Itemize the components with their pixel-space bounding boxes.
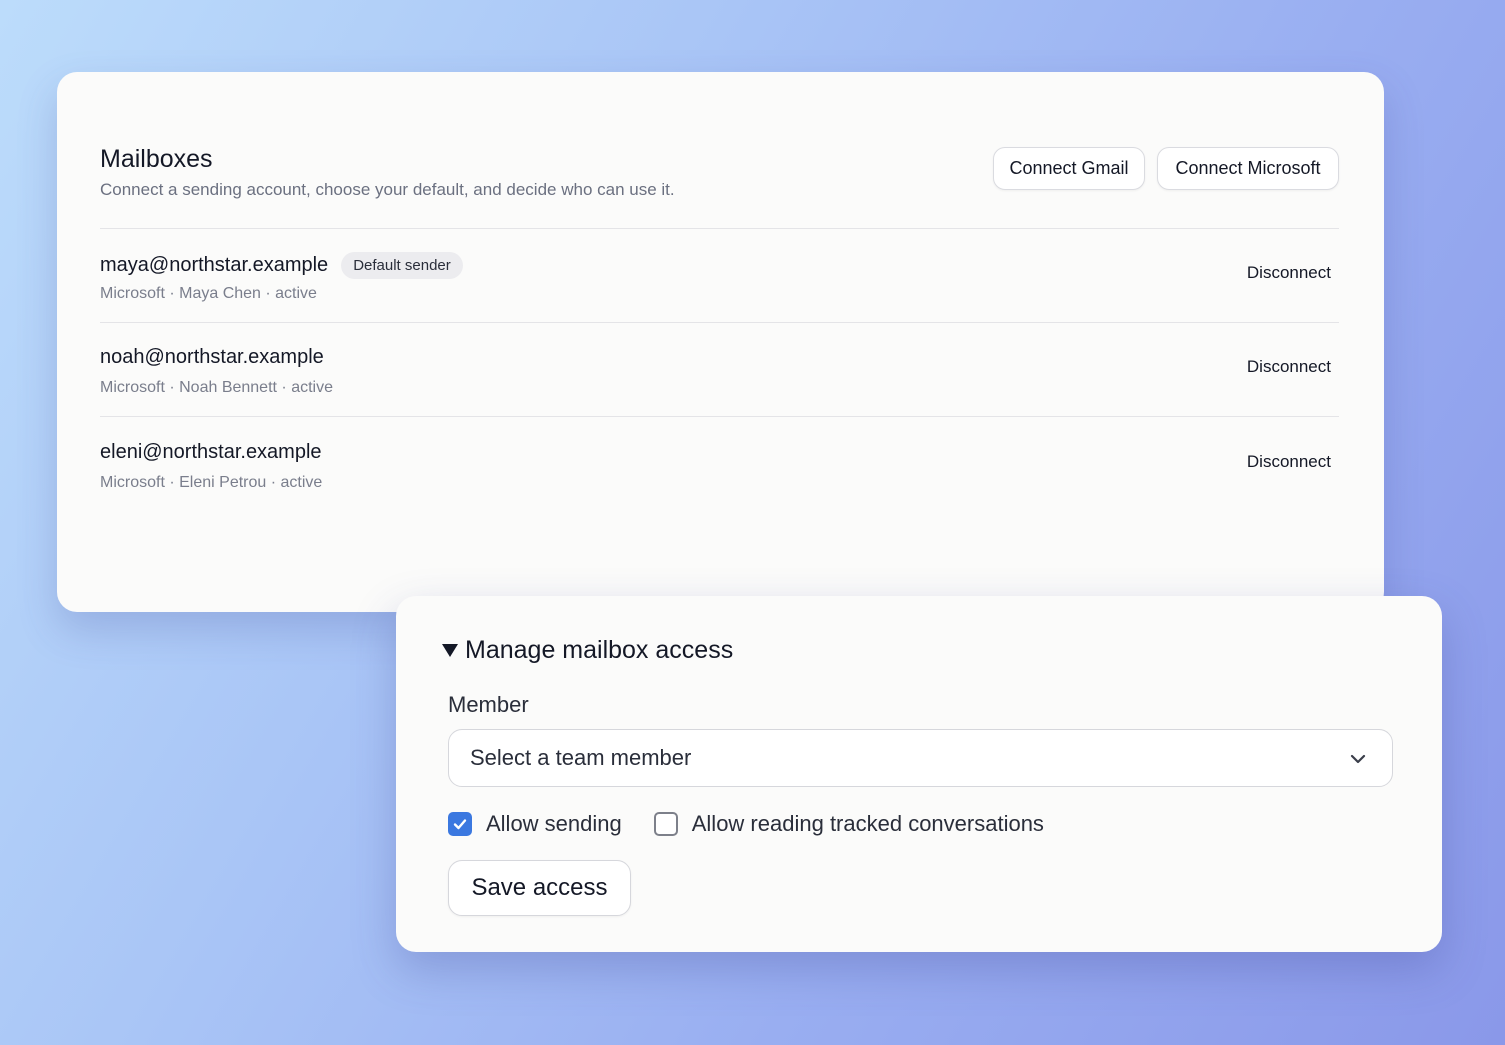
- allow-sending-checkbox[interactable]: [448, 812, 472, 836]
- mailbox-email: maya@northstar.example: [100, 254, 329, 276]
- disconnect-button[interactable]: Disconnect: [1247, 452, 1331, 472]
- member-select-value: Select a team member: [470, 745, 692, 770]
- disconnect-button[interactable]: Disconnect: [1247, 263, 1331, 283]
- disconnect-button[interactable]: Disconnect: [1247, 357, 1331, 377]
- mailbox-meta: Microsoft · Noah Bennett · active: [100, 379, 333, 396]
- member-label: Member: [448, 692, 529, 717]
- allow-sending-label: Allow sending: [486, 811, 622, 836]
- manage-access-card: Manage mailbox access Member Select a te…: [396, 596, 1442, 952]
- check-icon: [453, 819, 467, 830]
- mailbox-email: noah@northstar.example: [100, 346, 324, 368]
- manage-access-title: Manage mailbox access: [465, 636, 734, 664]
- allow-reading-checkbox[interactable]: [653, 812, 678, 836]
- mailbox-row: noah@northstar.example Microsoft · Noah …: [100, 323, 1339, 417]
- member-select[interactable]: Select a team member: [448, 729, 1393, 787]
- page-subtitle: Connect a sending account, choose your d…: [100, 180, 675, 199]
- connect-gmail-button[interactable]: Connect Gmail: [993, 147, 1145, 190]
- divider: [100, 416, 1339, 417]
- default-sender-badge: Default sender: [341, 252, 463, 279]
- mailbox-row: eleni@northstar.example Microsoft · Elen…: [100, 418, 1339, 512]
- save-access-button[interactable]: Save access: [448, 860, 631, 916]
- manage-access-toggle[interactable]: Manage mailbox access: [442, 636, 733, 665]
- connect-microsoft-button[interactable]: Connect Microsoft: [1157, 147, 1339, 190]
- mailboxes-card: Mailboxes Connect a sending account, cho…: [57, 72, 1384, 612]
- mailbox-meta: Microsoft · Eleni Petrou · active: [100, 474, 323, 491]
- triangle-down-icon: [442, 644, 458, 657]
- allow-reading-label: Allow reading tracked conversations: [691, 811, 1044, 836]
- mailbox-meta: Microsoft · Maya Chen · active: [100, 285, 317, 302]
- mailbox-row: maya@northstar.example Default sender Mi…: [100, 229, 1339, 323]
- mailbox-email: eleni@northstar.example: [100, 441, 322, 463]
- page-title: Mailboxes: [100, 145, 213, 173]
- chevron-down-icon: [1350, 754, 1366, 764]
